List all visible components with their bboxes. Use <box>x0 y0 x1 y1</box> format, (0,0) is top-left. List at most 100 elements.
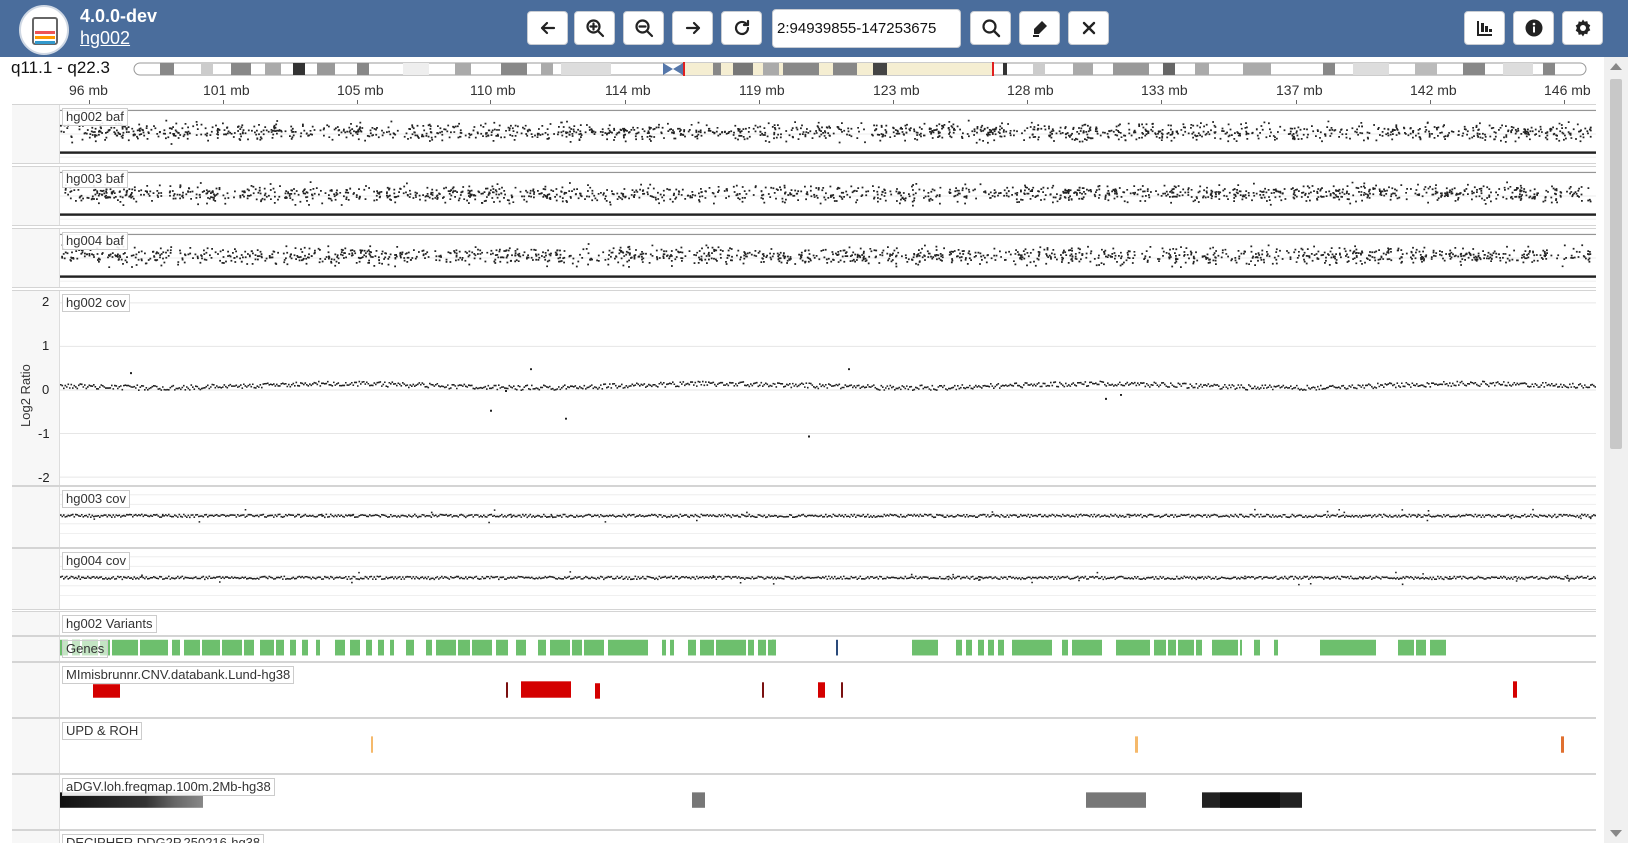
gene-feature <box>276 639 284 656</box>
cnv-segment <box>1513 681 1517 698</box>
gene-feature <box>436 639 456 656</box>
gene-feature <box>748 639 754 656</box>
info-button[interactable] <box>1513 11 1554 45</box>
track-gutter <box>12 612 60 635</box>
gene-feature <box>1168 639 1176 656</box>
track-label[interactable]: aDGV.loh.freqmap.100m.2Mb-hg38 <box>62 778 275 796</box>
track-label[interactable]: hg002 cov <box>62 294 130 312</box>
marker-button[interactable] <box>1019 11 1060 45</box>
track-gutter <box>12 637 60 661</box>
baf-track-hg002[interactable]: hg002 baf <box>12 104 1596 164</box>
y-axis-tick: 1 <box>42 338 50 353</box>
baf-baseline <box>60 213 1596 216</box>
coverage-points <box>60 508 1596 524</box>
clear-button[interactable] <box>1068 11 1109 45</box>
ideogram-band <box>1073 63 1093 75</box>
zoom-in-button[interactable] <box>574 11 615 45</box>
track-label[interactable]: hg003 baf <box>62 170 128 188</box>
search-button[interactable] <box>970 11 1011 45</box>
baf-track-hg004[interactable]: hg004 baf <box>12 228 1596 288</box>
coverage-points <box>60 368 1596 438</box>
gear-icon <box>1575 19 1590 37</box>
coverage-track-hg004[interactable]: hg004 cov <box>12 548 1596 610</box>
ideogram-band <box>455 63 471 75</box>
page-scrollbar[interactable] <box>1604 57 1628 843</box>
track-label[interactable]: hg002 baf <box>62 108 128 126</box>
track-gutter <box>12 549 60 609</box>
upd-roh-track[interactable]: UPD & ROH <box>12 718 1596 774</box>
track-label[interactable]: Genes <box>62 640 109 658</box>
gene-feature <box>1178 639 1194 656</box>
settings-button[interactable] <box>1562 11 1603 45</box>
gene-feature <box>316 639 320 656</box>
baf-track-hg003[interactable]: hg003 baf <box>12 166 1596 226</box>
gene-feature <box>1416 639 1426 656</box>
app-version: 4.0.0-dev <box>80 6 158 26</box>
scroll-thumb[interactable] <box>1610 79 1622 449</box>
ideogram-band <box>1543 63 1555 75</box>
track-label[interactable]: MImisbrunnr.CNV.databank.Lund-hg38 <box>62 666 295 684</box>
track-label[interactable]: DECIPHER.DDG2P.250216-hg38 <box>62 834 265 843</box>
track-label[interactable]: hg002 Variants <box>62 615 157 633</box>
ideogram-band <box>1163 63 1175 75</box>
scroll-up-icon[interactable] <box>1610 63 1622 70</box>
position-ruler: 96 mb 101 mb 105 mb 110 mb 114 mb 119 mb 123 m… <box>0 78 1596 105</box>
genes-track[interactable]: Genes <box>12 636 1596 662</box>
gene-feature <box>172 639 180 656</box>
case-link[interactable]: hg002 <box>80 28 130 49</box>
track-label[interactable]: hg004 baf <box>62 232 128 250</box>
loh-segment <box>692 792 705 808</box>
ideogram-band <box>833 63 857 75</box>
reset-view-button[interactable] <box>721 11 762 45</box>
variants-track[interactable]: hg002 Variants <box>12 611 1596 636</box>
y-axis-tick: -2 <box>38 470 50 485</box>
pan-left-button[interactable] <box>527 11 568 45</box>
scroll-down-icon[interactable] <box>1610 830 1622 837</box>
ideogram-band <box>160 63 174 75</box>
ideogram-band <box>1113 63 1149 75</box>
loh-freqmap-track[interactable]: aDGV.loh.freqmap.100m.2Mb-hg38 <box>12 774 1596 830</box>
coverage-track-hg002[interactable]: hg002 cov 2 1 0 -1 -2 Log2 Ratio <box>12 290 1596 486</box>
decipher-track[interactable]: DECIPHER.DDG2P.250216-hg38 <box>12 830 1596 843</box>
gene-feature <box>608 639 648 656</box>
ruler-tick-label: 137 mb <box>1276 82 1323 98</box>
zoom-out-button[interactable] <box>623 11 664 45</box>
selection-start-marker <box>683 62 685 76</box>
ruler-tick-label: 133 mb <box>1141 82 1188 98</box>
ideogram-band <box>317 63 335 75</box>
ideogram-band <box>873 63 887 75</box>
zoom-out-icon <box>634 19 653 38</box>
region-input[interactable] <box>772 9 961 48</box>
gene-feature <box>222 639 242 656</box>
ideogram-band <box>231 63 251 75</box>
track-label[interactable]: hg003 cov <box>62 490 130 508</box>
ideogram-band <box>1353 63 1389 75</box>
refresh-icon <box>734 19 749 36</box>
track-gutter <box>12 719 60 773</box>
search-icon <box>981 19 1000 38</box>
ruler-tick-label: 142 mb <box>1410 82 1457 98</box>
gene-feature <box>772 639 774 656</box>
gene-feature <box>1012 639 1052 656</box>
track-gutter <box>12 663 60 717</box>
baf-topline <box>60 233 1596 235</box>
gene-feature <box>140 639 168 656</box>
track-gutter <box>12 167 60 225</box>
gene-feature <box>978 639 984 656</box>
pan-right-button[interactable] <box>672 11 713 45</box>
track-label[interactable]: UPD & ROH <box>62 722 143 740</box>
selection-end-marker <box>992 62 994 76</box>
gene-feature <box>366 639 372 656</box>
chromosome-ideogram[interactable] <box>133 62 1587 76</box>
ideogram-band <box>293 63 305 75</box>
cnv-databank-track[interactable]: MImisbrunnr.CNV.databank.Lund-hg38 <box>12 662 1596 718</box>
gene-feature <box>1240 639 1242 656</box>
coverage-track-hg003[interactable]: hg003 cov <box>12 486 1596 548</box>
chart-button[interactable] <box>1464 11 1505 45</box>
close-icon <box>1082 21 1095 35</box>
track-label[interactable]: hg004 cov <box>62 552 130 570</box>
gens-logo-icon[interactable] <box>19 5 69 55</box>
gene-feature <box>956 639 962 656</box>
ruler-tick-label: 96 mb <box>69 82 108 98</box>
logo-line-blue <box>35 41 55 44</box>
